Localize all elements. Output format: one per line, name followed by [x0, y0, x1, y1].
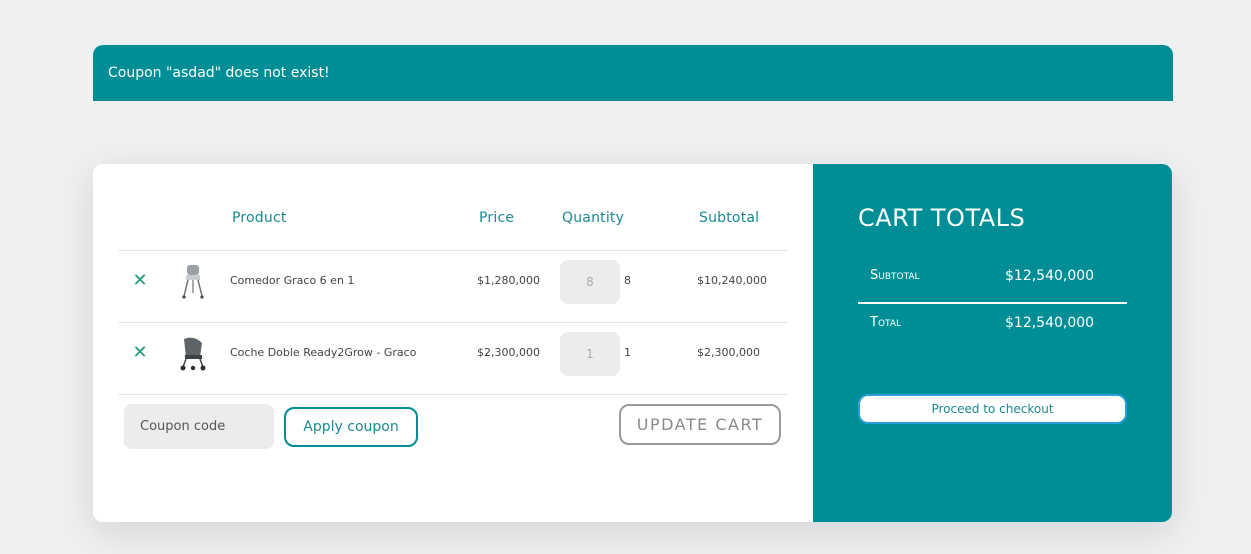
close-icon[interactable]: ✕ — [132, 272, 148, 290]
cart-totals-title: CART TOTALS — [858, 204, 1026, 232]
update-cart-button[interactable]: UPDATE CART — [619, 404, 781, 445]
subtotal-label: Subtotal — [870, 268, 920, 283]
cart-row: ✕ Coche Doble Ready2Grow - Graco $2,300,… — [118, 323, 788, 395]
row-subtotal: $10,240,000 — [697, 274, 767, 287]
quantity-value: 1 — [624, 346, 631, 359]
close-icon[interactable]: ✕ — [132, 344, 148, 362]
proceed-to-checkout-button[interactable]: Proceed to checkout — [858, 394, 1127, 424]
header-price: Price — [479, 210, 515, 226]
quantity-input[interactable] — [560, 332, 620, 376]
quantity-value: 8 — [624, 274, 631, 287]
header-product: Product — [232, 210, 287, 226]
stroller-image — [180, 337, 206, 371]
product-name[interactable]: Coche Doble Ready2Grow - Graco — [230, 346, 416, 359]
divider — [118, 394, 788, 395]
row-subtotal: $2,300,000 — [697, 346, 760, 359]
apply-coupon-button[interactable]: Apply coupon — [284, 407, 418, 447]
cart-totals-panel: CART TOTALS Subtotal $12,540,000 Total $… — [813, 164, 1172, 522]
header-quantity: Quantity — [562, 210, 625, 226]
cart-container: Product Price Quantity Subtotal ✕ Comedo… — [93, 164, 1172, 522]
cart-row: ✕ Comedor Graco 6 en 1 $1,280,000 8 $10,… — [118, 251, 788, 323]
high-chair-image — [182, 265, 204, 299]
coupon-code-input[interactable] — [124, 404, 274, 449]
notice-message: Coupon "asdad" does not exist! — [108, 65, 330, 81]
totals-divider — [858, 302, 1127, 304]
product-price: $1,280,000 — [477, 274, 540, 287]
product-price: $2,300,000 — [477, 346, 540, 359]
product-name[interactable]: Comedor Graco 6 en 1 — [230, 274, 354, 287]
header-subtotal: Subtotal — [699, 210, 760, 226]
quantity-input[interactable] — [560, 260, 620, 304]
total-label: Total — [870, 315, 901, 330]
error-notice: Coupon "asdad" does not exist! — [93, 45, 1173, 101]
total-value: $12,540,000 — [1005, 315, 1095, 331]
subtotal-value: $12,540,000 — [1005, 268, 1095, 284]
cart-table: Product Price Quantity Subtotal ✕ Comedo… — [93, 164, 813, 522]
